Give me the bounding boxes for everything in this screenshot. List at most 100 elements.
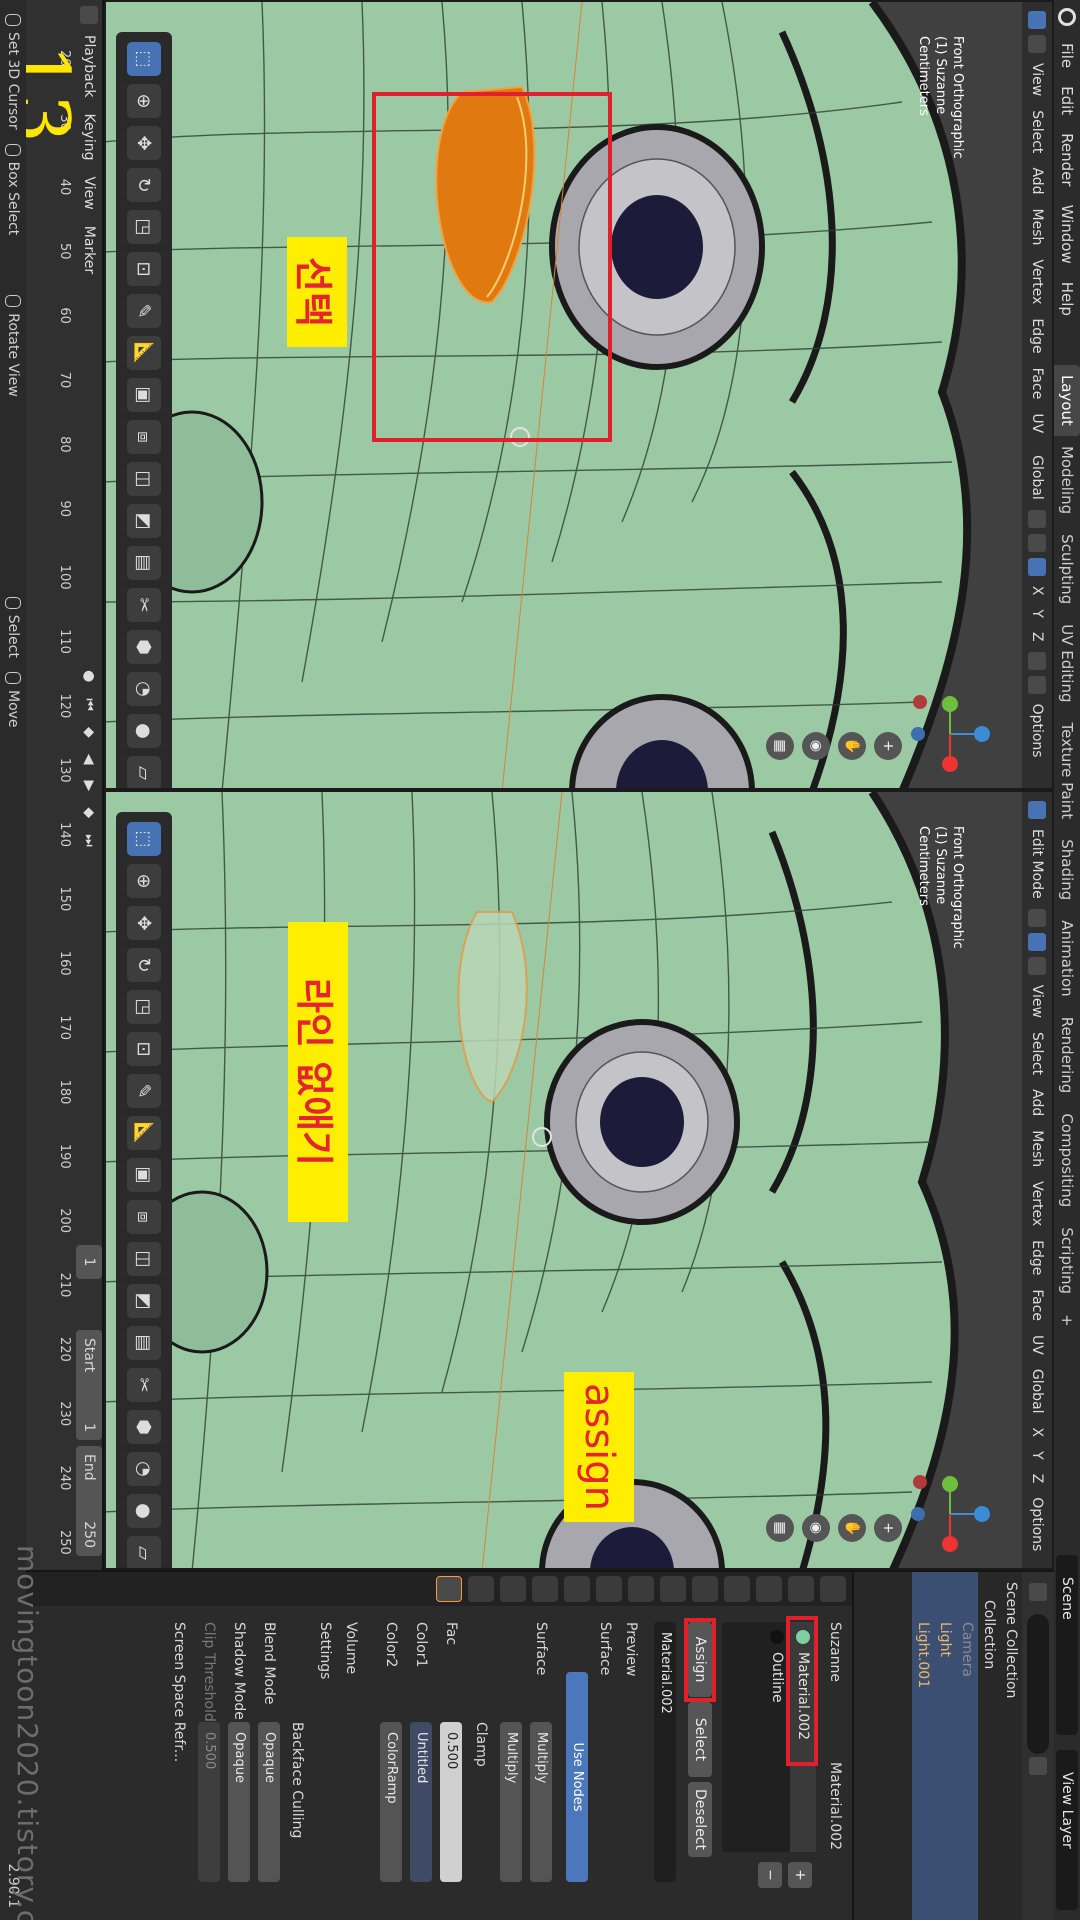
pan-hand-icon[interactable]: ✋ [838,732,866,760]
tool-move-icon[interactable]: ✥ [127,906,161,940]
fac-slider[interactable]: 0.500 [440,1722,462,1882]
tool-scale-icon[interactable]: ◳ [127,210,161,244]
timeline-ruler[interactable]: 20 30 40 50 60 70 80 90 100 110 120 130 140 150 160 170… [52,30,72,1570]
vp-left-menu-vertex[interactable]: Vertex [1022,252,1052,311]
tab-shading[interactable]: Shading [1054,829,1080,910]
vp-left-menu-face[interactable]: Face [1022,361,1052,407]
tab-texture-paint[interactable]: Texture Paint [1054,712,1080,829]
blend-type-field[interactable]: Multiply [500,1722,522,1882]
record-icon[interactable]: ● [81,662,97,690]
tool-knife-icon[interactable]: ✂ [127,588,161,622]
vp-right-menu-face[interactable]: Face [1022,1282,1052,1328]
pivot-icon[interactable] [1028,509,1046,528]
vertex-select-icon[interactable] [1028,908,1046,927]
props-object-name[interactable]: Suzanne [824,1622,846,1682]
proportional-icon[interactable] [1028,557,1046,576]
shadow-mode-field[interactable]: Opaque [228,1722,250,1882]
edge-select-icon[interactable] [1028,932,1046,951]
tool-annotate-icon[interactable]: ✎ [127,1074,161,1108]
select-box-icon[interactable] [1028,11,1046,29]
vp-right-menu-uv[interactable]: UV [1022,1328,1052,1362]
tool-extrude-icon[interactable]: ⧈ [127,420,161,454]
vp-left-menu-select[interactable]: Select [1022,103,1052,160]
color2-field[interactable]: ColorRamp [380,1722,402,1882]
current-frame-field[interactable]: 1 [76,1245,102,1279]
menu-window[interactable]: Window [1054,196,1080,273]
output-tab-icon[interactable] [756,1576,782,1602]
tool-bevel-icon[interactable]: ◩ [127,504,161,538]
prev-keyframe-icon[interactable]: ◆ [81,719,97,746]
timeline-editor-icon[interactable] [80,6,98,24]
vp-right-axis-z[interactable]: Z [1022,1467,1052,1491]
tool-add-cube-icon[interactable]: ▣ [127,378,161,412]
tab-sculpting[interactable]: Sculpting [1054,524,1080,614]
tool-poly-build-icon[interactable]: ⬢ [127,630,161,664]
end-frame-field[interactable]: End 250 [76,1446,102,1556]
tool-scale-icon[interactable]: ◳ [127,990,161,1024]
vp-right-menu-view[interactable]: View [1022,978,1052,1025]
view-layer-tab-icon[interactable] [724,1576,750,1602]
jump-end-icon[interactable]: ⏭ [81,826,97,855]
tool-inset-icon[interactable]: ◫ [127,462,161,496]
tool-measure-icon[interactable]: 📐 [127,1116,161,1150]
vp-right-axis-y[interactable]: Y [1022,1444,1052,1467]
tool-annotate-icon[interactable]: ✎ [127,294,161,328]
shading-solid-icon[interactable] [1028,675,1046,694]
grid-view-icon[interactable]: ▦ [766,732,794,760]
vp-right-axis-x[interactable]: X [1022,1421,1052,1445]
preview-section[interactable]: Preview [620,1622,642,1677]
add-workspace-button[interactable]: + [1054,1304,1080,1337]
backface-culling-checkbox[interactable]: Backface Culling [286,1722,308,1838]
tab-compositing[interactable]: Compositing [1054,1103,1080,1217]
overlay-icon[interactable] [1028,651,1046,670]
menu-help[interactable]: Help [1054,273,1080,325]
outliner-collection[interactable]: Collection [978,1572,1000,1920]
camera-view-icon[interactable]: ◉ [802,1514,830,1542]
tool-measure-icon[interactable]: 📐 [127,336,161,370]
tool-transform-icon[interactable]: ⊡ [127,252,161,286]
material-datablock-field[interactable]: Material.002 [654,1622,676,1882]
vp-left-menu-add[interactable]: Add [1022,160,1052,201]
pan-hand-icon[interactable]: ✋ [838,1514,866,1542]
tool-transform-icon[interactable]: ⊡ [127,1032,161,1066]
particles-tab-icon[interactable] [564,1576,590,1602]
data-tab-icon[interactable] [468,1576,494,1602]
clip-threshold-field[interactable]: 0.500 [198,1722,220,1882]
vp-right-menu-vertex[interactable]: Vertex [1022,1174,1052,1233]
outliner-item-light[interactable]: Light [934,1572,956,1920]
screen-space-refraction-checkbox[interactable]: Screen Space Refr... [168,1622,190,1762]
tool-rotate-icon[interactable]: ↻ [127,168,161,202]
outliner-search-input[interactable] [1027,1614,1049,1754]
blend-mode-field[interactable]: Opaque [258,1722,280,1882]
tool-bevel-icon[interactable]: ◩ [127,1284,161,1318]
vp-right-menu-edge[interactable]: Edge [1022,1233,1052,1282]
navigation-gizmo[interactable] [908,692,992,776]
tool-spin-icon[interactable]: ◔ [127,672,161,706]
tool-select-box-icon[interactable]: ⬚ [127,822,161,856]
vp-left-menu-view[interactable]: View [1022,56,1052,103]
object-tab-icon[interactable] [628,1576,654,1602]
tool-loop-cut-icon[interactable]: ▤ [127,1326,161,1360]
material-tab-icon[interactable] [436,1576,462,1602]
modifier-tab-icon[interactable] [596,1576,622,1602]
menu-render[interactable]: Render [1054,124,1080,195]
tool-shear-icon[interactable]: ▱ [127,756,161,790]
scene-selector[interactable]: Scene [1056,1555,1078,1735]
vp-right-orientation[interactable]: Global [1022,1362,1052,1421]
tool-smooth-icon[interactable]: ● [127,1494,161,1528]
tab-rendering[interactable]: Rendering [1054,1007,1080,1104]
tool-smooth-icon[interactable]: ● [127,714,161,748]
constraints-tab-icon[interactable] [500,1576,526,1602]
tab-layout[interactable]: Layout [1054,364,1080,436]
blender-logo-icon[interactable] [1058,8,1076,26]
vp-left-orientation[interactable]: Global [1022,448,1052,507]
outliner-item-camera[interactable]: Camera [956,1572,978,1920]
tool-move-icon[interactable]: ✥ [127,126,161,160]
vp-right-options[interactable]: Options [1022,1490,1052,1558]
tool-poly-build-icon[interactable]: ⬢ [127,1410,161,1444]
navigation-gizmo[interactable] [908,1472,992,1556]
world-tab-icon[interactable] [660,1576,686,1602]
outliner-scene-collection[interactable]: Scene Collection [1000,1572,1022,1920]
props-material-name[interactable]: Material.002 [824,1762,846,1850]
menu-edit[interactable]: Edit [1054,77,1080,124]
